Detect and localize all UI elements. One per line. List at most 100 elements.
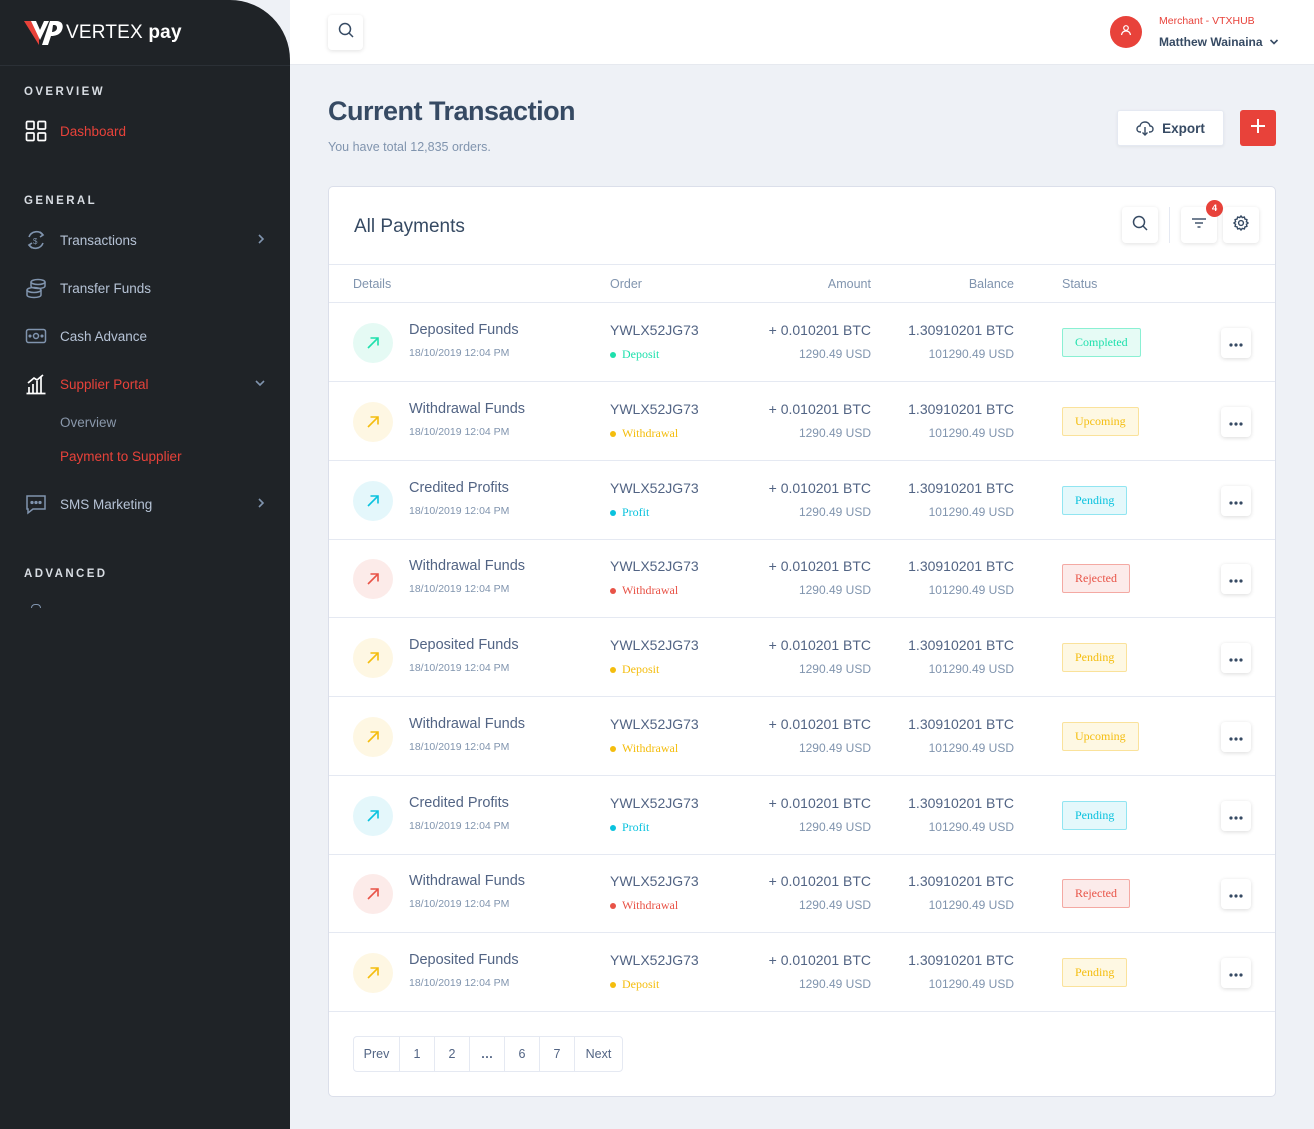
- table-row[interactable]: Deposited Funds 18/10/2019 12:04 PM YWLX52…: [329, 618, 1275, 697]
- chevron-down-icon: [1269, 35, 1279, 49]
- row-order-type-label: Profit: [622, 505, 650, 519]
- row-amount: + 0.010201 BTC: [768, 322, 871, 338]
- arrow-up-right-icon: [353, 402, 393, 442]
- brand-logo[interactable]: VERTEX pay: [0, 0, 290, 66]
- filter-button[interactable]: 4: [1181, 200, 1223, 243]
- sidebar-subitem-overview[interactable]: Overview: [60, 415, 116, 430]
- row-title: Withdrawal Funds: [409, 873, 526, 889]
- row-balance-usd: 101290.49 USD: [928, 741, 1014, 755]
- more-options-button[interactable]: [1221, 486, 1251, 516]
- user-icon: [1120, 23, 1132, 41]
- table-row[interactable]: Deposited Funds 18/10/2019 12:04 PM YWLX52…: [329, 303, 1275, 382]
- status-dot-icon: [610, 351, 616, 358]
- sidebar-item-label: Transfer Funds: [60, 280, 152, 296]
- row-order-type: Deposit: [610, 347, 659, 362]
- export-button[interactable]: Export: [1117, 110, 1224, 146]
- user-role: Merchant - VTXHUB: [1159, 15, 1255, 27]
- more-options-button[interactable]: [1221, 958, 1251, 988]
- row-amount: + 0.010201 BTC: [768, 716, 871, 732]
- bar-chart-icon: [24, 372, 48, 396]
- page-7[interactable]: 7: [540, 1037, 575, 1071]
- status-dot-icon: [610, 745, 616, 752]
- row-balance-usd: 101290.49 USD: [928, 820, 1014, 834]
- column-header-amount[interactable]: Amount: [828, 277, 871, 291]
- search-button[interactable]: [328, 15, 363, 50]
- row-title: Deposited Funds: [409, 952, 519, 968]
- exchange-icon: $: [24, 228, 48, 252]
- table-header: Details Order Amount Balance Status: [329, 264, 1275, 303]
- column-header-details[interactable]: Details: [353, 277, 391, 291]
- chevron-right-icon: [256, 496, 266, 513]
- coins-icon: [24, 276, 48, 300]
- more-options-button[interactable]: [1221, 643, 1251, 673]
- sidebar-subitem-payment-to-supplier[interactable]: Payment to Supplier: [60, 449, 182, 464]
- more-horizontal-icon: [1229, 885, 1243, 903]
- status-badge: Completed: [1062, 328, 1141, 357]
- sidebar-item-supplier-portal[interactable]: Supplier Portal: [24, 371, 266, 397]
- table-search-button[interactable]: [1122, 207, 1158, 243]
- sidebar-item-transfer-funds[interactable]: Transfer Funds: [24, 275, 266, 301]
- table-row[interactable]: Withdrawal Funds 18/10/2019 12:04 PM YWLX5…: [329, 382, 1275, 461]
- grid-icon: [24, 119, 48, 143]
- sidebar-item-sms-marketing[interactable]: SMS Marketing: [24, 491, 266, 517]
- filter-icon: [1191, 216, 1207, 235]
- table-row[interactable]: Withdrawal Funds 18/10/2019 12:04 PM YWLX5…: [329, 539, 1275, 618]
- more-options-button[interactable]: [1221, 328, 1251, 358]
- avatar[interactable]: [1110, 16, 1142, 48]
- row-amount-usd: 1290.49 USD: [798, 426, 871, 440]
- more-options-button[interactable]: [1221, 801, 1251, 831]
- row-order-id: YWLX52JG73: [610, 795, 699, 811]
- status-dot-icon: [610, 587, 616, 594]
- row-date: 18/10/2019 12:04 PM: [409, 583, 510, 595]
- settings-button[interactable]: [1223, 207, 1259, 243]
- row-title: Withdrawal Funds: [409, 716, 526, 732]
- page-ellipsis[interactable]: …: [470, 1037, 505, 1071]
- row-amount-usd: 1290.49 USD: [798, 662, 871, 676]
- row-order-id: YWLX52JG73: [610, 716, 699, 732]
- page-subtitle: You have total 12,835 orders.: [328, 140, 491, 154]
- cash-icon: [24, 324, 48, 348]
- column-header-order[interactable]: Order: [610, 277, 642, 291]
- status-dot-icon: [610, 509, 616, 516]
- user-menu[interactable]: Matthew Wainaina: [1159, 35, 1279, 49]
- arrow-up-right-icon: [353, 323, 393, 363]
- add-button[interactable]: [1240, 110, 1276, 146]
- table-row[interactable]: Credited Profits 18/10/2019 12:04 PM YWLX5…: [329, 461, 1275, 540]
- sidebar-item-dashboard[interactable]: Dashboard: [24, 118, 266, 144]
- table-row[interactable]: Deposited Funds 18/10/2019 12:04 PM YWLX52…: [329, 933, 1275, 1012]
- row-amount-usd: 1290.49 USD: [798, 583, 871, 597]
- section-overview: OVERVIEW: [24, 86, 105, 98]
- topbar: Merchant - VTXHUB Matthew Wainaina: [290, 0, 1314, 65]
- more-options-button[interactable]: [1221, 879, 1251, 909]
- more-options-button[interactable]: [1221, 722, 1251, 752]
- page-6[interactable]: 6: [505, 1037, 540, 1071]
- table-row[interactable]: Withdrawal Funds 18/10/2019 12:04 PM YWLX5…: [329, 854, 1275, 933]
- column-header-status[interactable]: Status: [1062, 277, 1097, 291]
- more-options-button[interactable]: [1221, 564, 1251, 594]
- row-amount: + 0.010201 BTC: [768, 480, 871, 496]
- sidebar-item-label: Supplier Portal: [60, 376, 149, 392]
- row-title: Deposited Funds: [409, 637, 519, 653]
- svg-text:$: $: [33, 237, 38, 246]
- row-date: 18/10/2019 12:04 PM: [409, 977, 510, 989]
- card-title: All Payments: [354, 216, 465, 237]
- row-title: Credited Profits: [409, 795, 509, 811]
- more-horizontal-icon: [1229, 492, 1243, 510]
- row-balance-usd: 101290.49 USD: [928, 898, 1014, 912]
- table-row[interactable]: Credited Profits 18/10/2019 12:04 PM YWLX5…: [329, 776, 1275, 855]
- page-2[interactable]: 2: [435, 1037, 470, 1071]
- page-prev[interactable]: Prev: [354, 1037, 400, 1071]
- row-order-id: YWLX52JG73: [610, 401, 699, 417]
- sidebar-item-cash-advance[interactable]: Cash Advance: [24, 323, 266, 349]
- page-1[interactable]: 1: [400, 1037, 435, 1071]
- arrow-up-right-icon: [353, 717, 393, 757]
- row-balance-usd: 101290.49 USD: [928, 662, 1014, 676]
- more-options-button[interactable]: [1221, 407, 1251, 437]
- row-balance-usd: 101290.49 USD: [928, 426, 1014, 440]
- more-horizontal-icon: [1229, 807, 1243, 825]
- table-row[interactable]: Withdrawal Funds 18/10/2019 12:04 PM YWLX5…: [329, 697, 1275, 776]
- row-balance: 1.30910201 BTC: [908, 637, 1014, 653]
- sidebar-item-transactions[interactable]: $ Transactions: [24, 227, 266, 253]
- column-header-balance[interactable]: Balance: [969, 277, 1014, 291]
- page-next[interactable]: Next: [575, 1037, 622, 1071]
